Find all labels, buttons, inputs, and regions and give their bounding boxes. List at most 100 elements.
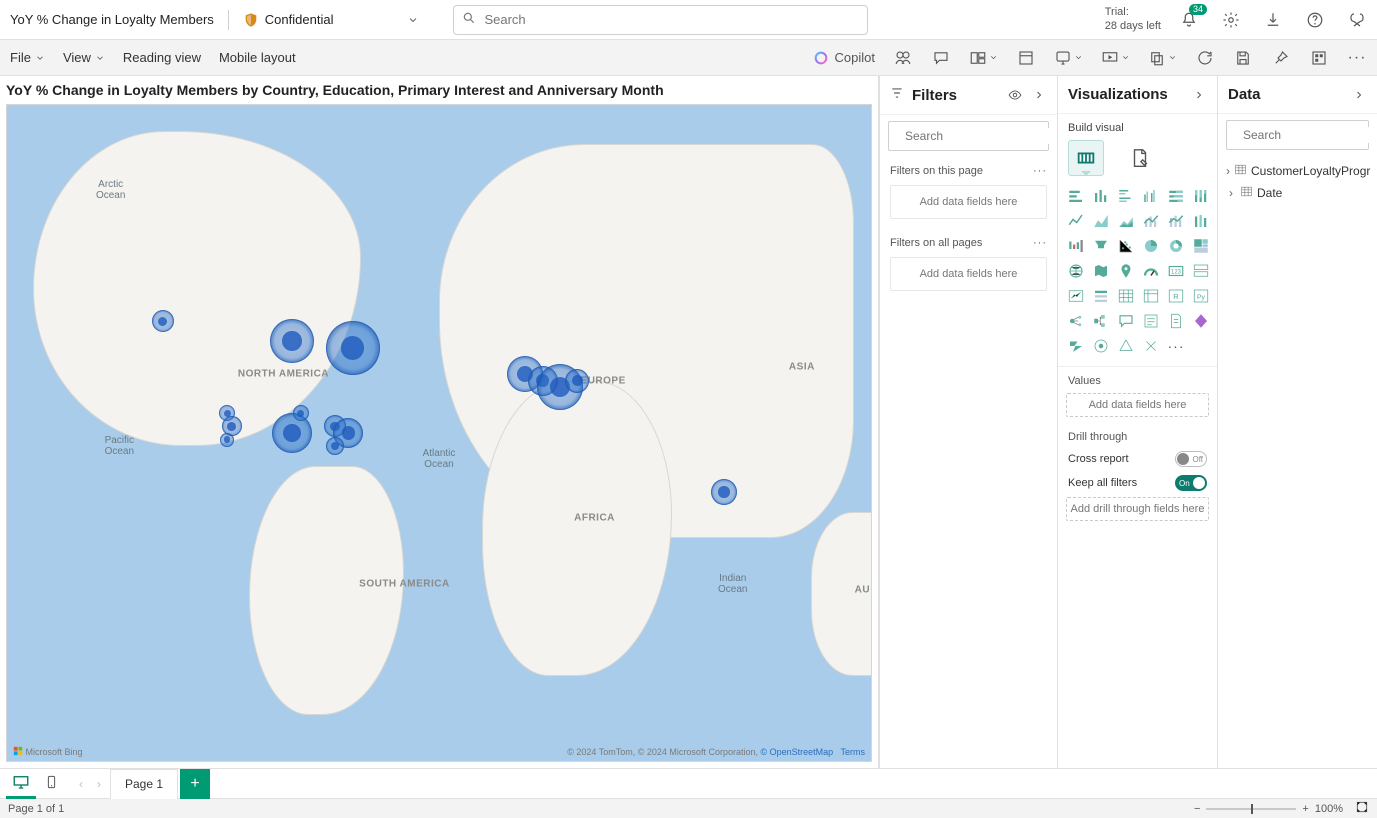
filters-on-page-drop[interactable]: Add data fields here	[890, 185, 1047, 219]
app-icon[interactable]	[1309, 48, 1329, 68]
viz-filledmap-icon[interactable]	[1091, 261, 1111, 281]
visual-menu-icon[interactable]	[1054, 48, 1083, 68]
viz-python-icon[interactable]: Py	[1191, 286, 1211, 306]
values-drop[interactable]: Add data fields here	[1066, 393, 1209, 417]
viz-donut-icon[interactable]	[1166, 236, 1186, 256]
comment-icon[interactable]	[931, 48, 951, 68]
viz-map-icon[interactable]	[1066, 261, 1086, 281]
viz-gauge-icon[interactable]	[1141, 261, 1161, 281]
map-bubble[interactable]	[326, 321, 380, 375]
zoom-out-button[interactable]: −	[1194, 803, 1200, 815]
viz-slicer-icon[interactable]	[1091, 286, 1111, 306]
layout-menu-icon[interactable]	[969, 48, 998, 68]
reading-view-button[interactable]: Reading view	[123, 50, 201, 65]
viz-area-icon[interactable]	[1091, 211, 1111, 231]
viz-kpi-icon[interactable]	[1066, 286, 1086, 306]
data-table-row[interactable]: › Date	[1224, 182, 1371, 204]
pin-icon[interactable]	[1271, 48, 1291, 68]
map-bubble[interactable]	[152, 310, 174, 332]
viz-powerapps-icon[interactable]	[1191, 311, 1211, 331]
map-bubble[interactable]	[565, 369, 589, 393]
map-bubble[interactable]	[711, 479, 737, 505]
viz-100stackedbar-icon[interactable]	[1166, 186, 1186, 206]
viz-treemap-icon[interactable]	[1191, 236, 1211, 256]
viz-clusteredbar-icon[interactable]	[1116, 186, 1136, 206]
viz-stackedarea-icon[interactable]	[1116, 211, 1136, 231]
build-visual-tab[interactable]	[1068, 140, 1104, 176]
persona-icon[interactable]	[893, 48, 913, 68]
mobile-layout-button[interactable]: Mobile layout	[219, 50, 296, 65]
map-bubble[interactable]	[293, 405, 309, 421]
viz-scatter-icon[interactable]	[1116, 236, 1136, 256]
filters-on-all-more-icon[interactable]: ···	[1033, 237, 1047, 249]
filters-on-page-more-icon[interactable]: ···	[1033, 165, 1047, 177]
page-nav-next[interactable]: ›	[90, 769, 108, 799]
search-box[interactable]	[453, 5, 868, 35]
feedback-button[interactable]	[1347, 10, 1367, 30]
collapse-filters-icon[interactable]	[1031, 87, 1047, 103]
copy-menu-icon[interactable]	[1148, 48, 1177, 68]
data-table-row[interactable]: › CustomerLoyaltyProgr…	[1224, 160, 1371, 182]
viz-smartnarrative-icon[interactable]	[1141, 311, 1161, 331]
search-input[interactable]	[482, 11, 859, 28]
copilot-button[interactable]: Copilot	[813, 50, 875, 66]
viz-100stackedcolumn-icon[interactable]	[1191, 186, 1211, 206]
viz-stackedcolumn-icon[interactable]	[1091, 186, 1111, 206]
map-bubble[interactable]	[270, 319, 314, 363]
present-menu-icon[interactable]	[1101, 48, 1130, 68]
viz-shape-icon[interactable]	[1116, 336, 1136, 356]
report-canvas[interactable]: YoY % Change in Loyalty Members by Count…	[0, 76, 879, 768]
fit-to-page-icon[interactable]	[1355, 800, 1369, 817]
viz-matrix-icon[interactable]	[1141, 286, 1161, 306]
view-menu[interactable]: View	[63, 50, 105, 65]
viz-qna-icon[interactable]	[1116, 311, 1136, 331]
refresh-icon[interactable]	[1195, 48, 1215, 68]
viz-rscript-icon[interactable]: R	[1166, 286, 1186, 306]
page-nav-prev[interactable]: ‹	[72, 769, 90, 799]
zoom-slider[interactable]	[1206, 808, 1296, 810]
filters-search-input[interactable]	[903, 128, 1062, 144]
download-button[interactable]	[1263, 10, 1283, 30]
viz-stackedbar-icon[interactable]	[1066, 186, 1086, 206]
format-visual-tab[interactable]	[1122, 140, 1158, 176]
viz-arcgis-icon[interactable]	[1091, 336, 1111, 356]
viz-linecolumn-icon[interactable]	[1141, 211, 1161, 231]
filters-search-box[interactable]	[888, 121, 1049, 151]
keep-filters-toggle[interactable]: On	[1175, 475, 1207, 491]
viz-decomposition-icon[interactable]	[1091, 311, 1111, 331]
page-tab[interactable]: Page 1	[110, 769, 178, 799]
viz-pie-icon[interactable]	[1141, 236, 1161, 256]
more-icon[interactable]: ···	[1347, 48, 1367, 68]
cross-report-toggle[interactable]: Off	[1175, 451, 1207, 467]
zoom-in-button[interactable]: +	[1302, 803, 1308, 815]
notifications-button[interactable]: 34	[1179, 10, 1199, 30]
viz-table-icon[interactable]	[1116, 286, 1136, 306]
viz-shape2-icon[interactable]	[1141, 336, 1161, 356]
data-search-input[interactable]	[1241, 127, 1377, 143]
add-page-button[interactable]: +	[180, 769, 210, 799]
collapse-viz-icon[interactable]	[1191, 87, 1207, 103]
viz-azuremap-icon[interactable]	[1116, 261, 1136, 281]
viz-paginatedreport-icon[interactable]	[1166, 311, 1186, 331]
settings-button[interactable]	[1221, 10, 1241, 30]
osm-link[interactable]: © OpenStreetMap	[760, 747, 833, 757]
viz-multirowcard-icon[interactable]	[1191, 261, 1211, 281]
file-menu[interactable]: File	[10, 50, 45, 65]
desktop-view-tab[interactable]	[6, 769, 36, 799]
viz-funnel-icon[interactable]	[1091, 236, 1111, 256]
viz-powerautomate-icon[interactable]	[1066, 336, 1086, 356]
viz-keyinfluencers-icon[interactable]	[1066, 311, 1086, 331]
data-search-box[interactable]	[1226, 120, 1369, 150]
drill-through-drop[interactable]: Add drill through fields here	[1066, 497, 1209, 521]
map-bubble[interactable]	[326, 437, 344, 455]
viz-more-icon[interactable]: ···	[1166, 336, 1186, 356]
hide-filters-icon[interactable]	[1007, 87, 1023, 103]
save-icon[interactable]	[1233, 48, 1253, 68]
viz-line-icon[interactable]	[1066, 211, 1086, 231]
bookmark-panel-icon[interactable]	[1016, 48, 1036, 68]
map-visual[interactable]: Arctic Ocean NORTH AMERICA Pacific Ocean…	[6, 104, 872, 762]
viz-waterfall-icon[interactable]	[1066, 236, 1086, 256]
terms-link[interactable]: Terms	[841, 747, 866, 757]
sensitivity-chevron-icon[interactable]	[401, 8, 425, 32]
viz-card-icon[interactable]: 123	[1166, 261, 1186, 281]
